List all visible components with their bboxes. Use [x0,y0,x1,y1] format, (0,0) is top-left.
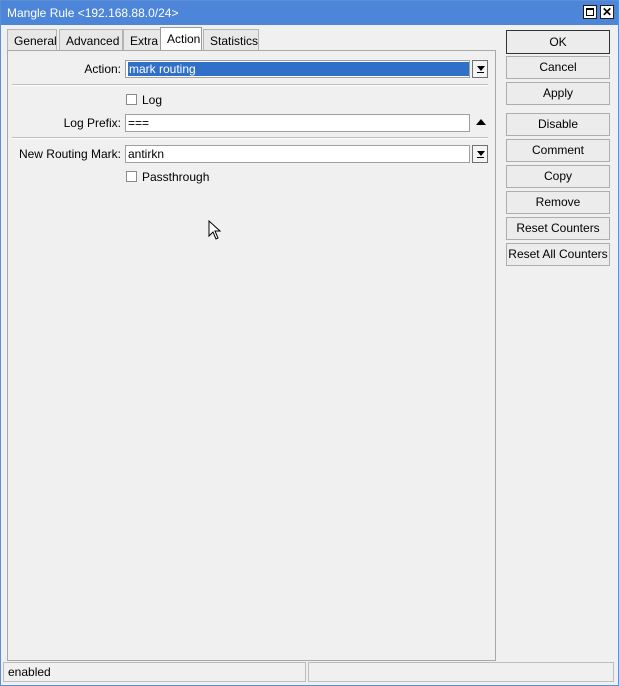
action-tab-panel: Action: mark routing Log Log Prefix: ===… [7,50,496,661]
close-icon[interactable]: ✕ [600,5,614,19]
cancel-button[interactable]: Cancel [506,56,610,79]
disable-button[interactable]: Disable [506,113,610,136]
status-secondary [308,662,614,682]
title-bar[interactable]: Mangle Rule <192.168.88.0/24> ✕ [1,1,618,25]
collapse-arrow-icon[interactable] [476,119,486,125]
log-label: Log [142,93,163,107]
remove-button[interactable]: Remove [506,191,610,214]
tab-statistics[interactable]: Statistics [203,29,259,51]
action-dropdown-icon[interactable] [472,60,488,78]
tab-extra[interactable]: Extra [123,29,163,51]
maximize-icon[interactable] [583,5,597,19]
status-bar: enabled [1,661,618,685]
comment-button[interactable]: Comment [506,139,610,162]
passthrough-checkbox[interactable] [126,171,137,182]
routing-mark-dropdown-icon[interactable] [472,145,488,163]
separator [12,84,488,86]
new-routing-mark-input[interactable]: antirkn [125,145,470,163]
apply-button[interactable]: Apply [506,82,610,105]
ok-button[interactable]: OK [506,30,610,54]
tab-action[interactable]: Action [160,27,202,51]
copy-button[interactable]: Copy [506,165,610,188]
tab-general[interactable]: General [7,29,57,51]
log-prefix-input[interactable]: === [125,114,470,132]
mouse-cursor-icon [208,220,222,240]
reset-counters-button[interactable]: Reset Counters [506,217,610,240]
window-title: Mangle Rule <192.168.88.0/24> [7,6,179,20]
action-label: Action: [84,62,121,76]
passthrough-label: Passthrough [142,170,210,184]
log-prefix-label: Log Prefix: [63,116,121,130]
mangle-rule-window: Mangle Rule <192.168.88.0/24> ✕ General … [0,0,619,686]
action-select[interactable]: mark routing [125,60,470,78]
status-text: enabled [3,662,306,682]
reset-all-counters-button[interactable]: Reset All Counters [506,243,610,266]
log-checkbox[interactable] [126,94,137,105]
new-routing-mark-label: New Routing Mark: [18,147,121,161]
tab-advanced[interactable]: Advanced [59,29,123,51]
separator [12,137,488,139]
